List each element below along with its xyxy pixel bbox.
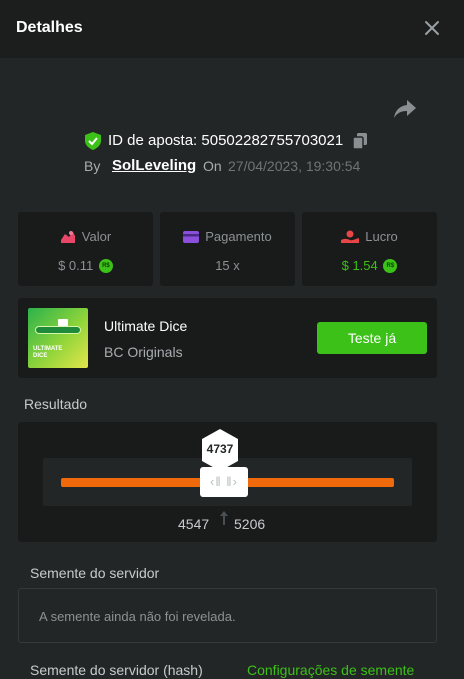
bet-id: ID de aposta: 50502282755703021 (108, 132, 344, 149)
thumb-slider-graphic (35, 326, 81, 334)
thumb-slider-knob (58, 319, 68, 326)
range-marker-icon (220, 511, 228, 525)
slider-handle[interactable]: ‹ǁ ǁ› (200, 467, 248, 497)
bet-datetime: 27/04/2023, 19:30:54 (228, 158, 361, 174)
game-thumbnail[interactable]: ULTIMATE DICE (28, 308, 88, 368)
user-link[interactable]: SolLeveling (112, 157, 196, 174)
share-icon[interactable] (393, 98, 417, 120)
range-high: 5206 (234, 516, 266, 532)
coin-icon: R$ (383, 258, 398, 273)
server-seed-value: A semente ainda não foi revelada. (39, 609, 236, 624)
coin-icon: R$ (98, 258, 113, 273)
stat-pagamento-label: Pagamento (205, 229, 272, 245)
server-seed-hash-title: Semente do servidor (hash) (30, 662, 203, 678)
stat-pagamento-value: 15 x (215, 258, 240, 274)
server-seed-field: A semente ainda não foi revelada. (18, 588, 437, 643)
game-provider: BC Originals (104, 344, 183, 360)
by-label: By (84, 158, 101, 174)
handle-grip-icon: ‹ǁ ǁ› (209, 474, 238, 489)
stat-valor: Valor $ 0.11 R$ (18, 212, 153, 286)
modal-title: Detalhes (16, 19, 83, 36)
server-seed-title: Semente do servidor (30, 565, 160, 581)
copy-icon[interactable] (352, 132, 368, 150)
bet-amount-icon (60, 230, 75, 243)
bet-meta-row: By SolLeveling On 27/04/2023, 19:30:54 (0, 156, 464, 178)
game-name: Ultimate Dice (104, 318, 188, 334)
thumb-title: ULTIMATE DICE (33, 346, 63, 359)
on-label: On (203, 158, 222, 174)
verified-shield-icon (85, 132, 101, 150)
stat-lucro-label: Lucro (365, 229, 398, 245)
seed-settings-link[interactable]: Configurações de semente (247, 662, 414, 678)
result-panel: 4737 ‹ǁ ǁ› 4547 5206 (18, 422, 437, 542)
range-low: 4547 (178, 516, 210, 532)
close-icon[interactable] (422, 18, 442, 38)
try-now-button[interactable]: Teste já (317, 322, 427, 354)
stat-valor-label: Valor (81, 229, 112, 245)
profit-icon (341, 230, 360, 243)
modal-header: Detalhes (0, 0, 464, 58)
stat-pagamento: Pagamento 15 x (160, 212, 295, 286)
result-title: Resultado (24, 396, 88, 412)
result-value: 4737 (206, 442, 234, 456)
card-icon (183, 230, 200, 243)
bet-id-row: ID de aposta: 50502282755703021 (0, 130, 464, 152)
stat-lucro-value: $ 1.54 (341, 258, 378, 274)
game-card: ULTIMATE DICE Ultimate Dice BC Originals … (18, 298, 437, 378)
stat-valor-value: $ 0.11 (58, 258, 94, 274)
stat-lucro: Lucro $ 1.54 R$ (302, 212, 437, 286)
